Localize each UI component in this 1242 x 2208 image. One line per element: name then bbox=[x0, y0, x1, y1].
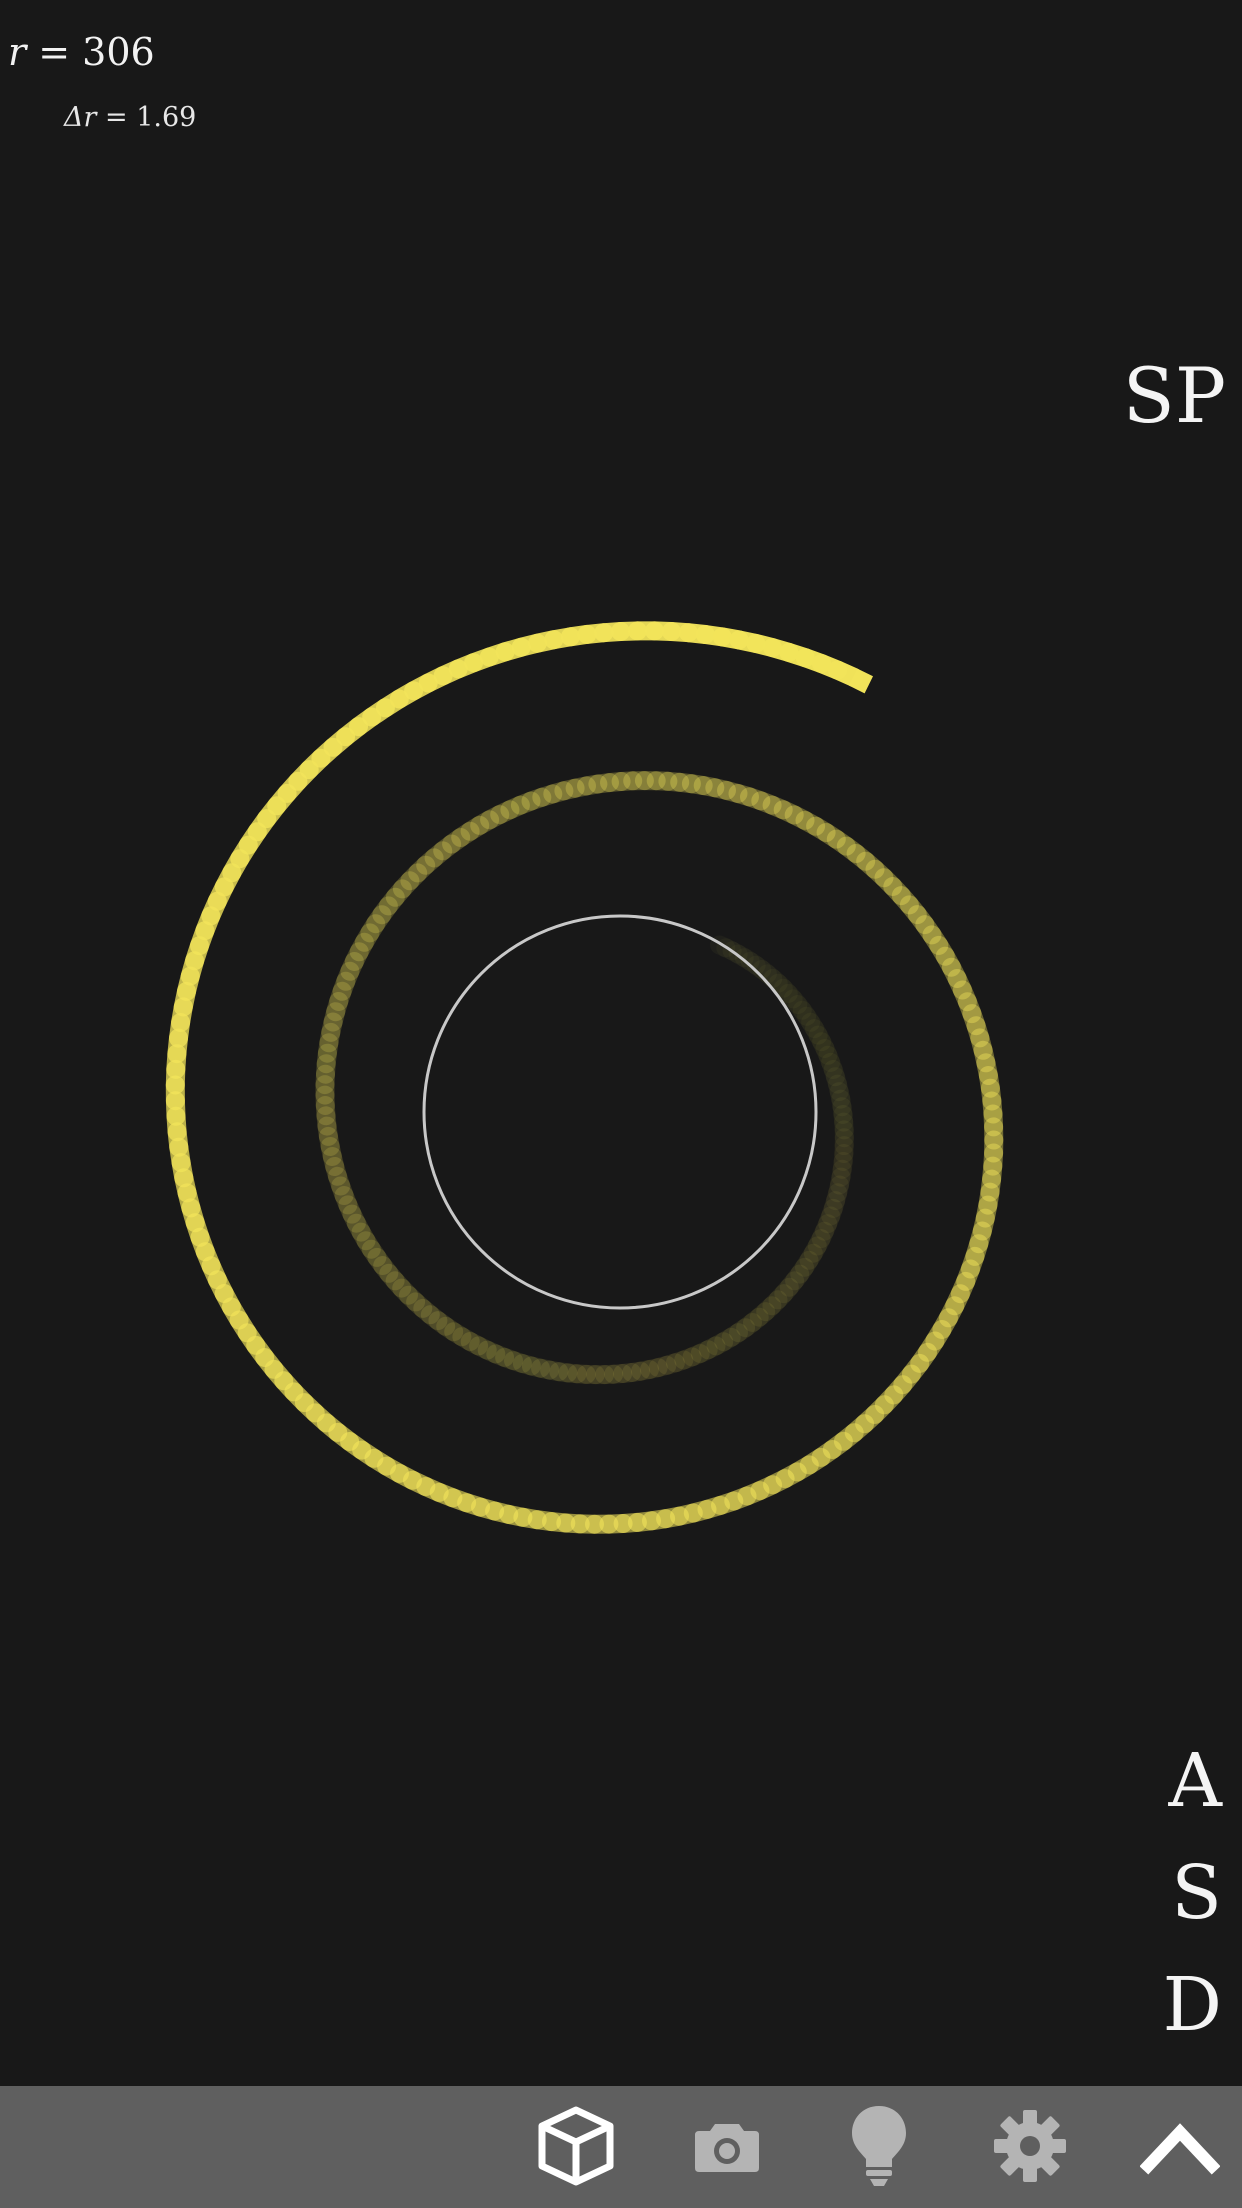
settings-button[interactable] bbox=[980, 2096, 1080, 2196]
delta-radius-value: 1.69 bbox=[136, 102, 197, 133]
spiral-segment bbox=[848, 668, 874, 694]
delta-radius-label: Δr bbox=[64, 102, 97, 133]
gear-icon bbox=[994, 2110, 1066, 2182]
expand-button[interactable] bbox=[1130, 2096, 1230, 2196]
cube-button[interactable] bbox=[526, 2096, 626, 2196]
spiral-canvas[interactable] bbox=[0, 0, 1242, 2086]
camera-icon bbox=[695, 2124, 759, 2172]
chevron-up-icon bbox=[1140, 2123, 1220, 2175]
d-button[interactable]: D bbox=[1163, 1968, 1222, 2042]
sp-button[interactable]: SP bbox=[1123, 358, 1226, 434]
radius-value: 306 bbox=[82, 30, 155, 74]
spiral-segment bbox=[828, 660, 863, 687]
visualizer-screen: r = 306 Δr = 1.69 SP A S D bbox=[0, 0, 1242, 2208]
a-button[interactable]: A bbox=[1169, 1744, 1222, 1818]
spiral-trail bbox=[165, 621, 1004, 1534]
radius-readout: r = 306 bbox=[8, 30, 155, 74]
lightbulb-icon bbox=[852, 2106, 906, 2186]
delta-radius-readout: Δr = 1.69 bbox=[64, 102, 196, 133]
camera-button[interactable] bbox=[677, 2096, 777, 2196]
s-button[interactable]: S bbox=[1171, 1856, 1222, 1930]
delta-radius-equals: = bbox=[96, 102, 137, 133]
lightbulb-button[interactable] bbox=[829, 2096, 929, 2196]
cube-icon bbox=[538, 2106, 614, 2186]
radius-label: r bbox=[8, 30, 27, 74]
bottom-toolbar bbox=[0, 2086, 1242, 2208]
radius-equals: = bbox=[26, 30, 83, 74]
